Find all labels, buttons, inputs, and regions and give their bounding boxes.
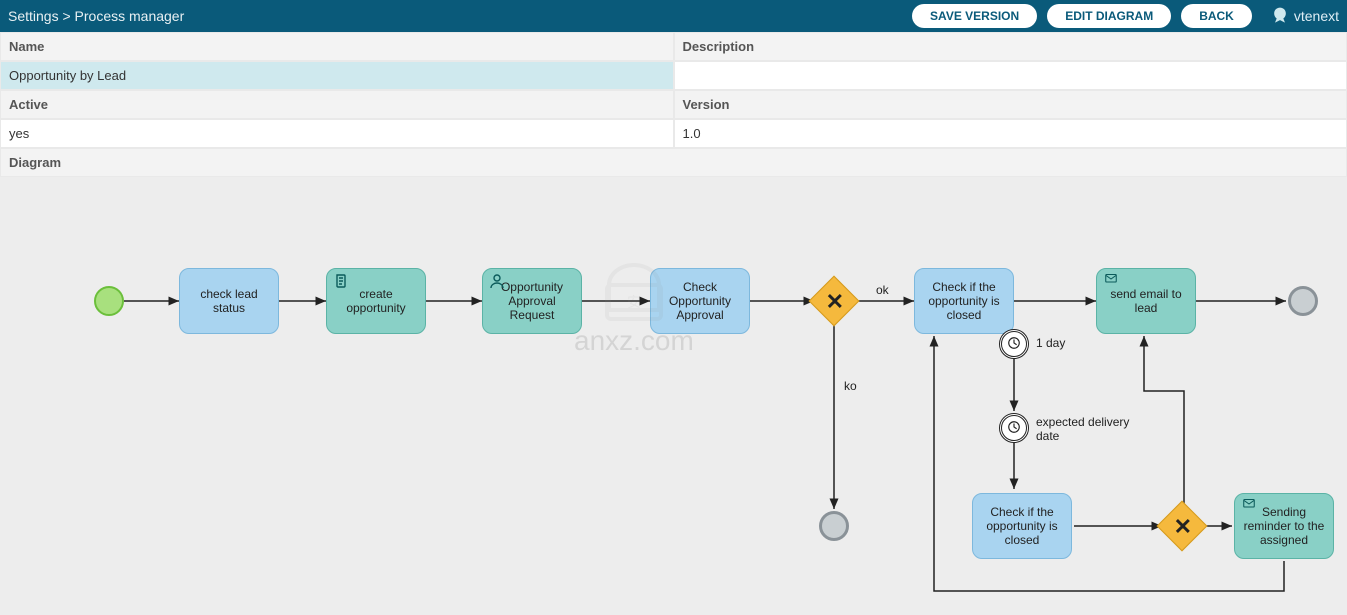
brand: vtenext xyxy=(1270,6,1339,26)
user-icon xyxy=(489,273,505,289)
task-check-if-closed-bottom[interactable]: Check if the opportunity is closed xyxy=(972,493,1072,559)
task-opportunity-approval-request[interactable]: Opportunity Approval Request xyxy=(482,268,582,334)
end-event-top[interactable] xyxy=(1288,286,1318,316)
timer-expected-label: expected delivery date xyxy=(1036,415,1146,443)
active-label: Active xyxy=(0,90,674,119)
timer-1day-label: 1 day xyxy=(1036,336,1065,350)
task-label: Check if the opportunity is closed xyxy=(977,505,1067,547)
mail-icon xyxy=(1241,498,1257,514)
gateway-x-icon: ✕ xyxy=(1174,514,1192,540)
task-send-email-to-lead[interactable]: send email to lead xyxy=(1096,268,1196,334)
save-version-button[interactable]: SAVE VERSION xyxy=(912,4,1037,28)
edge-label-ko: ko xyxy=(844,379,857,393)
task-label: send email to lead xyxy=(1101,287,1191,315)
breadcrumb: Settings > Process manager xyxy=(8,8,912,24)
clock-icon xyxy=(1007,420,1021,437)
diagram-canvas-wrap: check lead status create opportunity Opp… xyxy=(0,177,1347,615)
task-label: create opportunity xyxy=(331,287,421,315)
timer-expected-delivery[interactable] xyxy=(999,413,1029,443)
task-check-if-closed-top[interactable]: Check if the opportunity is closed xyxy=(914,268,1014,334)
task-create-opportunity[interactable]: create opportunity xyxy=(326,268,426,334)
gateway-approval[interactable]: ✕ xyxy=(816,283,852,319)
version-value[interactable]: 1.0 xyxy=(674,119,1347,148)
brand-icon xyxy=(1270,6,1290,26)
diagram-canvas[interactable]: check lead status create opportunity Opp… xyxy=(14,191,1333,601)
edit-diagram-button[interactable]: EDIT DIAGRAM xyxy=(1047,4,1171,28)
description-value[interactable] xyxy=(674,61,1347,90)
mail-icon xyxy=(1103,273,1119,289)
task-check-opportunity-approval[interactable]: Check Opportunity Approval xyxy=(650,268,750,334)
name-value[interactable]: Opportunity by Lead xyxy=(0,61,674,90)
details-section: Name Description Opportunity by Lead Act… xyxy=(0,32,1347,177)
task-label: check lead status xyxy=(184,287,274,315)
timer-1day[interactable] xyxy=(999,329,1029,359)
task-check-lead-status[interactable]: check lead status xyxy=(179,268,279,334)
end-event-ko[interactable] xyxy=(819,511,849,541)
diagram-edges xyxy=(14,191,1333,601)
brand-text: vtenext xyxy=(1294,8,1339,24)
active-value[interactable]: yes xyxy=(0,119,674,148)
diagram-label: Diagram xyxy=(0,148,1347,177)
gateway-closed[interactable]: ✕ xyxy=(1164,508,1200,544)
clock-icon xyxy=(1007,336,1021,353)
task-label: Check Opportunity Approval xyxy=(655,280,745,322)
header-buttons: SAVE VERSION EDIT DIAGRAM BACK vtenext xyxy=(912,4,1339,28)
edge-label-ok: ok xyxy=(876,283,889,297)
version-label: Version xyxy=(674,90,1347,119)
description-label: Description xyxy=(674,32,1347,61)
script-icon xyxy=(333,273,349,289)
name-label: Name xyxy=(0,32,674,61)
task-sending-reminder[interactable]: Sending reminder to the assigned xyxy=(1234,493,1334,559)
task-label: Check if the opportunity is closed xyxy=(919,280,1009,322)
gateway-x-icon: ✕ xyxy=(826,289,844,315)
back-button[interactable]: BACK xyxy=(1181,4,1252,28)
start-event[interactable] xyxy=(94,286,124,316)
header-bar: Settings > Process manager SAVE VERSION … xyxy=(0,0,1347,32)
